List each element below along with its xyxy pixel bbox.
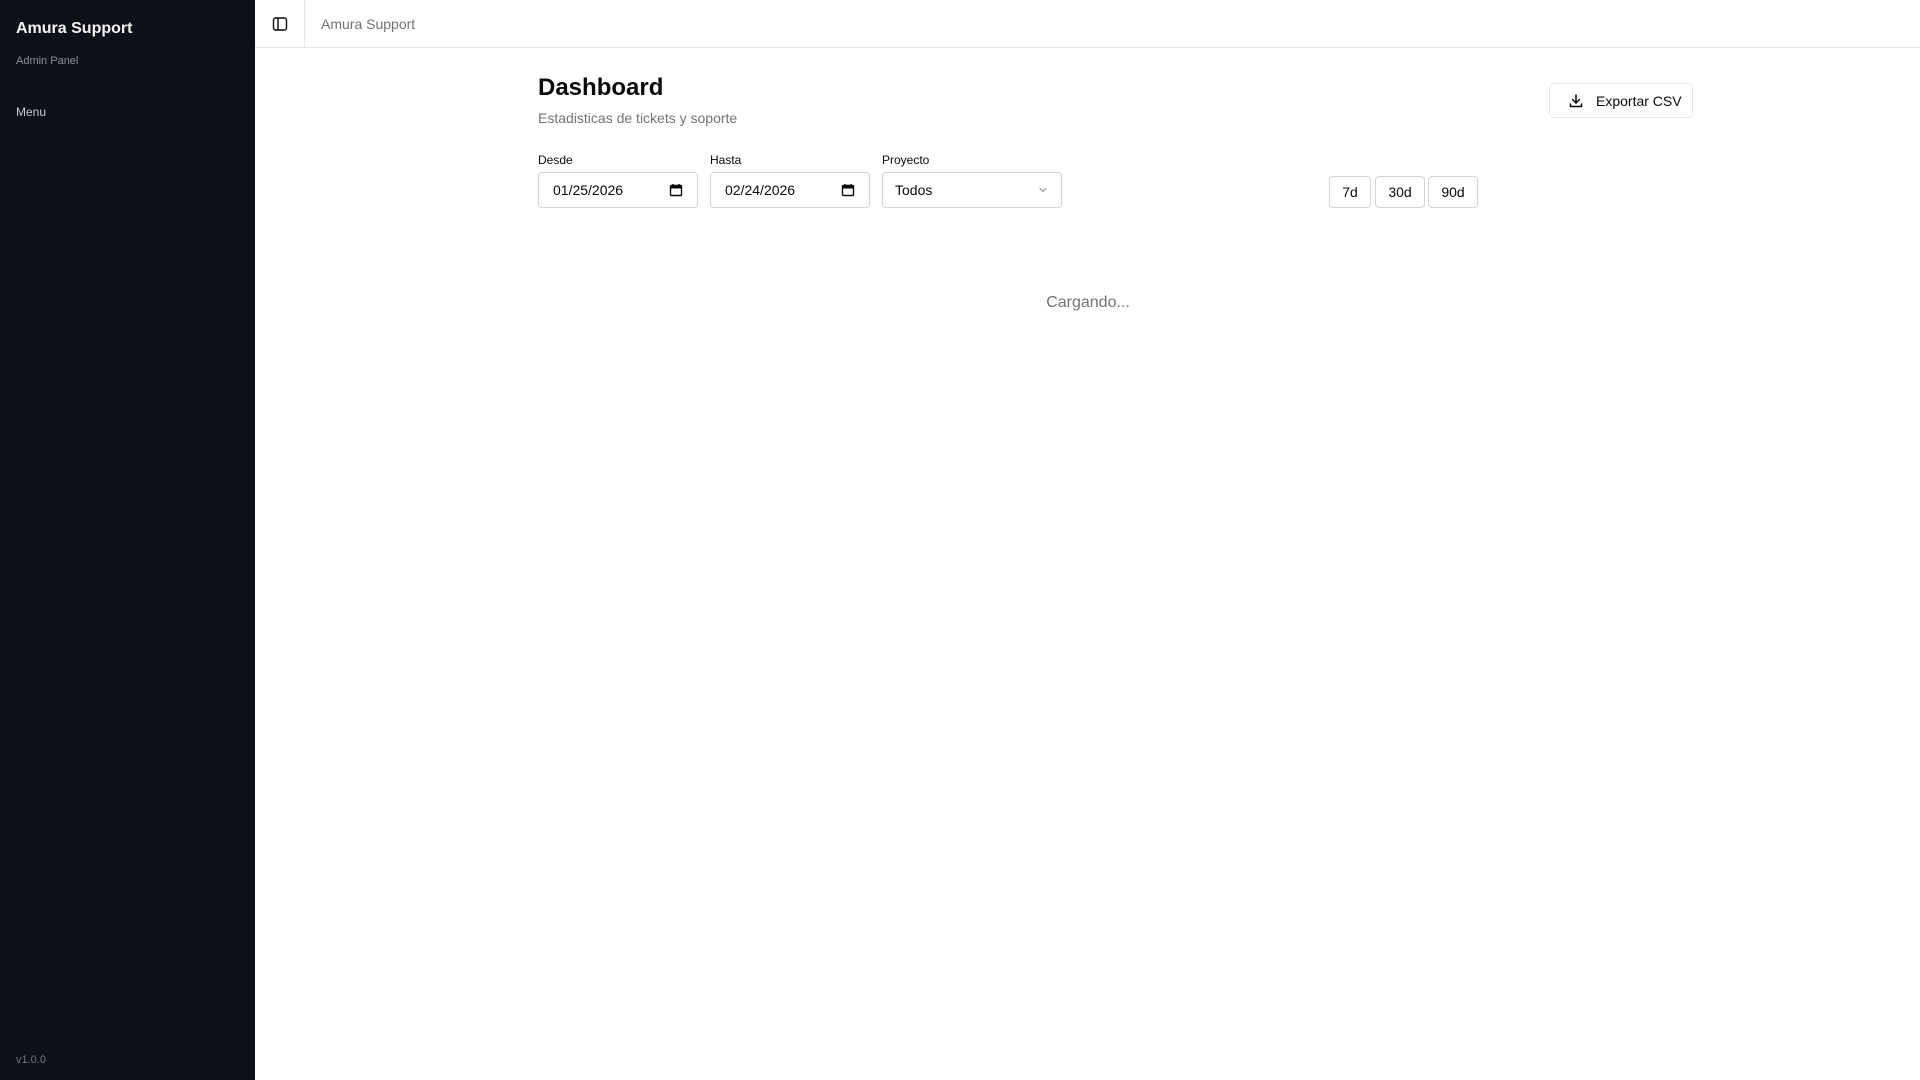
app-root: Amura Support Admin Panel Menu v1.0.0 Am…: [0, 0, 1920, 1080]
menu-section-label: Menu: [16, 105, 47, 119]
sidebar-toggle-button[interactable]: [255, 0, 305, 48]
main-area: Amura Support Dashboard Estadisticas de …: [255, 0, 1920, 1080]
calendar-icon[interactable]: [669, 183, 683, 197]
page-subtitle: Estadisticas de tickets y soporte: [538, 110, 738, 126]
project-select-value: Todos: [895, 182, 933, 198]
to-date-value: 02/24/2026: [725, 182, 796, 198]
range-90d-button[interactable]: 90d: [1428, 176, 1478, 208]
brand-subtitle: Admin Panel: [16, 55, 79, 67]
calendar-icon[interactable]: [841, 183, 855, 197]
from-date-input[interactable]: 01/25/2026: [538, 172, 698, 208]
download-icon: [1569, 93, 1583, 107]
project-label: Proyecto: [882, 153, 930, 167]
export-csv-button[interactable]: Exportar CSV: [1549, 83, 1693, 118]
range-7d-button[interactable]: 7d: [1329, 176, 1371, 208]
topbar-title: Amura Support: [321, 15, 416, 32]
from-date-label: Desde: [538, 153, 573, 167]
to-date-input[interactable]: 02/24/2026: [710, 172, 870, 208]
sidebar-panel-icon: [272, 16, 287, 31]
loading-indicator: Cargando...: [1046, 294, 1130, 311]
topbar: Amura Support: [255, 0, 1920, 48]
from-date-value: 01/25/2026: [553, 182, 624, 198]
brand-title: Amura Support: [16, 20, 133, 37]
export-csv-label: Exportar CSV: [1596, 92, 1682, 109]
sidebar: Amura Support Admin Panel Menu v1.0.0: [0, 0, 255, 1080]
project-select[interactable]: Todos: [882, 172, 1062, 208]
range-30d-button[interactable]: 30d: [1375, 176, 1425, 208]
version-label: v1.0.0: [16, 1054, 46, 1066]
chevron-down-icon: [1039, 187, 1047, 193]
to-date-label: Hasta: [710, 153, 742, 167]
page-title: Dashboard: [538, 74, 664, 101]
